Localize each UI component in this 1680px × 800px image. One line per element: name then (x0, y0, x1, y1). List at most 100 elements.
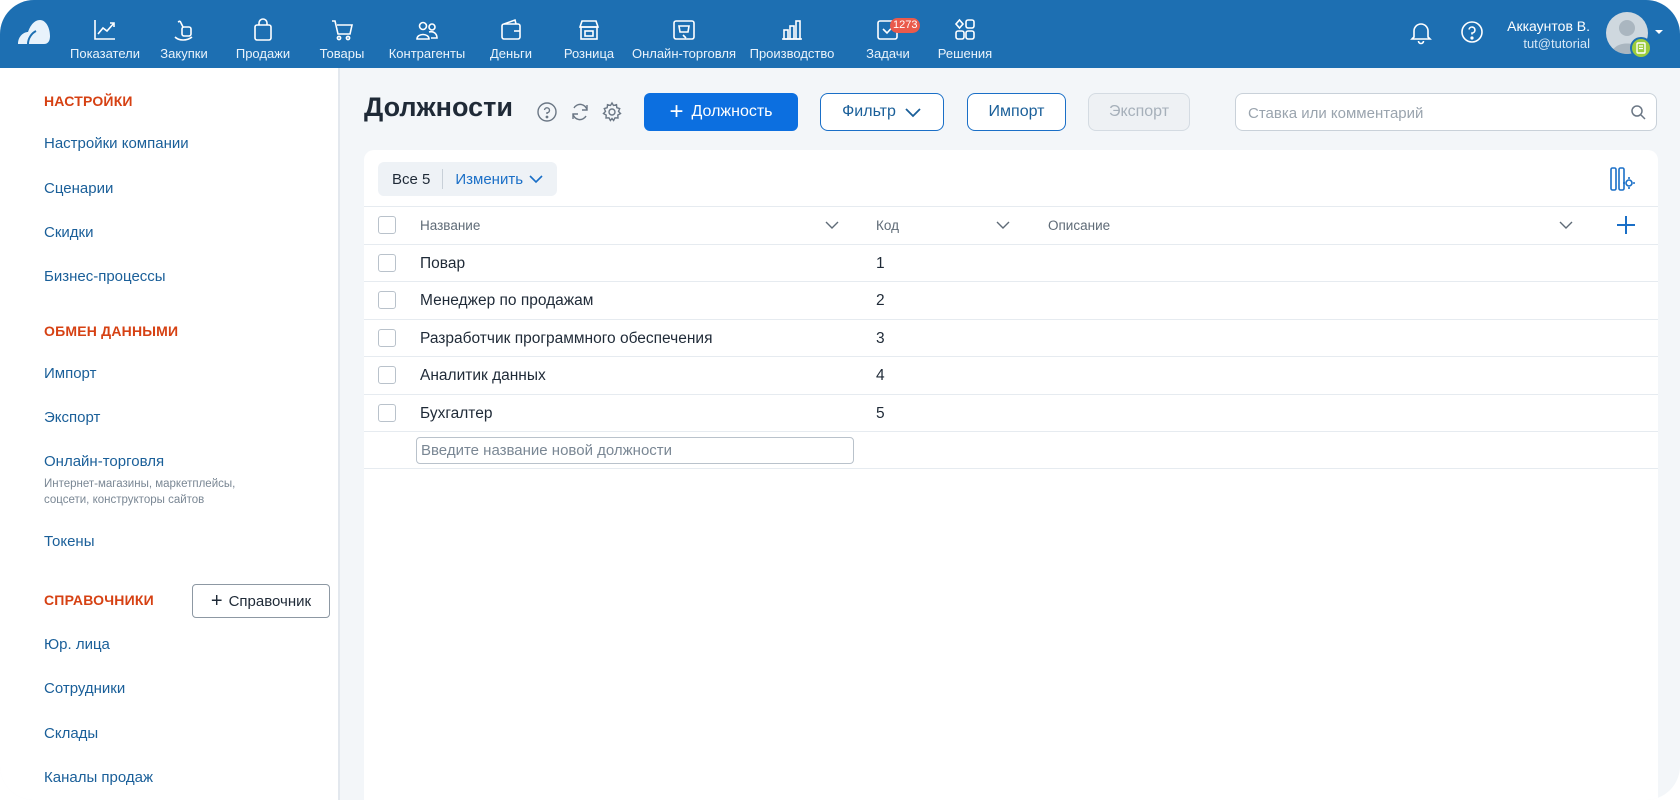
app-window: Показатели Закупки Продажи Товары Контра… (0, 0, 1680, 800)
filter-button[interactable]: Фильтр (820, 93, 944, 131)
position-name: Повар (420, 254, 466, 272)
nav-item-tasks[interactable]: 1273 Задачи (845, 0, 931, 68)
position-name: Разработчик программного обеспечения (420, 329, 713, 347)
nav-label: Товары (319, 46, 365, 61)
refresh-icon[interactable] (569, 101, 591, 123)
notifications-bell-icon[interactable] (1408, 19, 1434, 45)
nav-label: Задачи (866, 46, 910, 61)
nav-item-purchases[interactable]: Закупки (145, 0, 223, 68)
add-directory-button[interactable]: + Справочник (192, 584, 330, 618)
table-row[interactable]: Аналитик данных 4 (364, 356, 1658, 394)
factory-icon (782, 20, 802, 40)
chevron-down-icon[interactable] (825, 220, 839, 230)
sidebar-item-warehouses[interactable]: Склады (44, 725, 98, 742)
chevron-down-icon[interactable] (1654, 28, 1664, 36)
row-checkbox[interactable] (378, 291, 396, 309)
sidebar-item-online-trade[interactable]: Онлайн-торговля (44, 453, 164, 470)
sidebar-item-employees[interactable]: Сотрудники (44, 680, 125, 697)
sidebar-item-export[interactable]: Экспорт (44, 409, 100, 426)
table-row[interactable]: Бухгалтер 5 (364, 393, 1658, 432)
gear-icon[interactable] (601, 101, 623, 123)
row-checkbox[interactable] (378, 403, 396, 422)
people-icon (416, 21, 438, 40)
sidebar: НАСТРОЙКИ Настройки компании Сценарии Ск… (0, 68, 340, 800)
plus-icon: + (669, 98, 684, 125)
add-directory-label: Справочник (228, 592, 312, 610)
nav-item-indicators[interactable]: Показатели (65, 0, 145, 68)
user-info[interactable]: Аккаунтов В. tut@tutorial (1490, 18, 1590, 51)
nav-item-production[interactable]: Производство (739, 0, 845, 68)
nav-label: Решения (937, 46, 993, 61)
add-column-icon[interactable] (1614, 213, 1638, 237)
sidebar-item-business-processes[interactable]: Бизнес-процессы (44, 268, 166, 285)
plus-icon: + (210, 590, 223, 612)
nav-item-money[interactable]: Деньги (473, 0, 549, 68)
nav-label: Онлайн-торговля (631, 46, 737, 61)
column-header-description[interactable]: Описание (1048, 218, 1110, 233)
add-position-button[interactable]: + Должность (644, 93, 798, 131)
wallet-icon (501, 18, 521, 40)
nav-label: Производство (749, 46, 835, 61)
shopping-bag-icon (254, 18, 272, 41)
column-header-code[interactable]: Код (876, 218, 899, 233)
chevron-down-icon[interactable] (996, 220, 1010, 230)
sidebar-item-company-settings[interactable]: Настройки компании (44, 135, 189, 152)
chevron-down-icon[interactable] (1559, 220, 1573, 230)
nav-item-online-trade[interactable]: Онлайн-торговля (629, 0, 739, 68)
search-input[interactable] (1248, 102, 1608, 124)
row-checkbox[interactable] (378, 253, 396, 272)
filter-summary-chip: Все 5 Изменить (378, 162, 558, 196)
search-icon[interactable] (1630, 104, 1646, 120)
filter-label: Фильтр (842, 103, 896, 120)
main-content: Должности + Должность Фильтр Импорт Эксп… (342, 68, 1680, 800)
section-title-directories: СПРАВОЧНИКИ (44, 592, 154, 608)
help-icon[interactable] (1459, 19, 1485, 45)
plan-badge-icon (1630, 37, 1652, 59)
main-nav: Показатели Закупки Продажи Товары Контра… (65, 0, 999, 68)
row-checkbox[interactable] (378, 328, 396, 347)
logo-icon[interactable] (16, 18, 52, 48)
row-checkbox[interactable] (378, 366, 396, 384)
online-store-icon (673, 20, 695, 40)
apps-grid-icon (954, 18, 975, 40)
nav-item-products[interactable]: Товары (303, 0, 381, 68)
nav-item-counterparties[interactable]: Контрагенты (381, 0, 473, 68)
nav-label: Контрагенты (388, 46, 466, 61)
table-row[interactable]: Разработчик программного обеспечения 3 (364, 318, 1658, 357)
edit-selection-button[interactable]: Изменить (455, 171, 543, 188)
position-code: 1 (876, 254, 885, 272)
sidebar-item-sales-channels[interactable]: Каналы продаж (44, 769, 153, 786)
table-row[interactable]: Менеджер по продажам 2 (364, 281, 1658, 319)
chevron-down-icon (905, 108, 921, 118)
page-title: Должности (364, 92, 513, 122)
nav-item-retail[interactable]: Розница (549, 0, 629, 68)
sidebar-item-import[interactable]: Импорт (44, 365, 96, 382)
tasks-count-badge: 1273 (890, 18, 921, 33)
top-navigation-bar: Показатели Закупки Продажи Товары Контра… (0, 0, 1680, 68)
nav-item-solutions[interactable]: Решения (931, 0, 999, 68)
table-header-row: Название Код Описание (364, 206, 1658, 244)
select-all-checkbox[interactable] (378, 216, 396, 234)
online-trade-description: Интернет-магазины, маркетплейсы, соцсети… (44, 478, 236, 506)
export-button[interactable]: Экспорт (1088, 93, 1190, 131)
sidebar-item-discounts[interactable]: Скидки (44, 224, 93, 241)
column-settings-icon[interactable] (1608, 165, 1636, 193)
sidebar-item-legal-entities[interactable]: Юр. лица (44, 636, 110, 653)
nav-label: Розница (563, 46, 615, 61)
new-row (364, 431, 1658, 469)
table-row[interactable]: Повар 1 (364, 243, 1658, 282)
section-title-settings: НАСТРОЙКИ (44, 93, 133, 109)
divider (442, 169, 444, 189)
nav-item-sales[interactable]: Продажи (223, 0, 303, 68)
search-field (1235, 93, 1657, 131)
sidebar-item-scenarios[interactable]: Сценарии (44, 180, 113, 197)
column-header-name[interactable]: Название (420, 218, 480, 233)
all-count-label[interactable]: Все 5 (392, 171, 430, 188)
sidebar-item-tokens[interactable]: Токены (44, 533, 94, 550)
edit-label: Изменить (455, 170, 524, 188)
help-circle-icon[interactable] (536, 101, 558, 123)
position-code: 5 (876, 404, 885, 422)
user-email: tut@tutorial (1523, 36, 1590, 51)
new-position-input[interactable] (416, 437, 854, 464)
import-button[interactable]: Импорт (967, 93, 1066, 131)
